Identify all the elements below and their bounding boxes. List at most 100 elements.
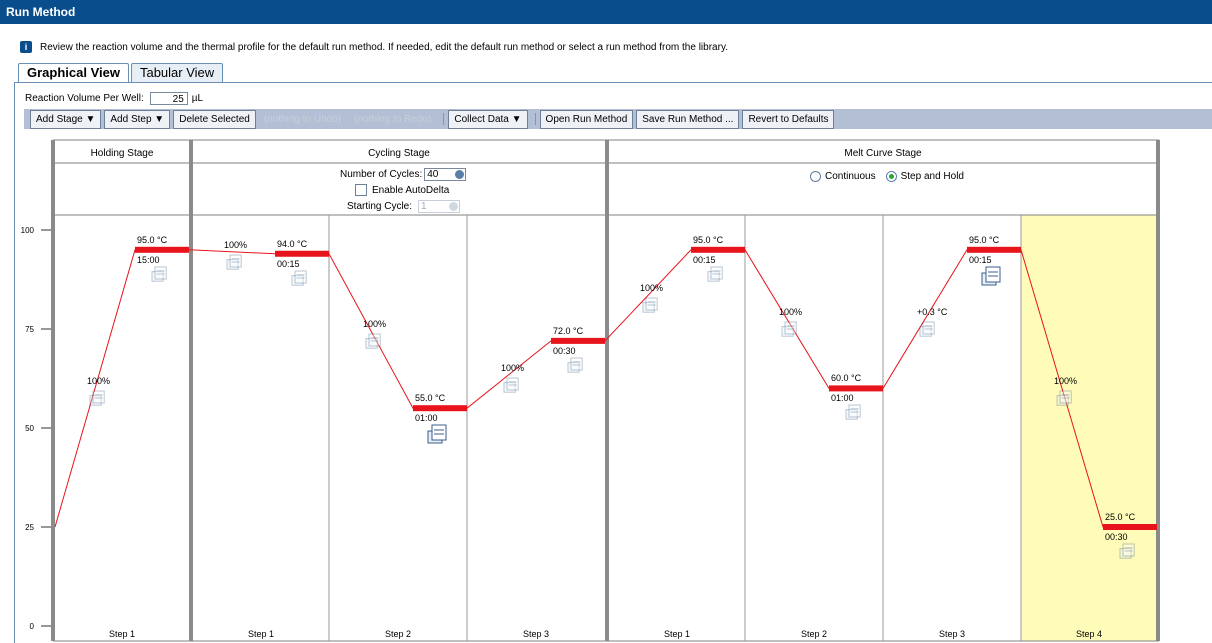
ramp-collect-data-icon[interactable] bbox=[919, 321, 935, 337]
hold-collect-data-icon[interactable] bbox=[981, 266, 1001, 286]
hold-collect-data-icon[interactable] bbox=[291, 270, 307, 286]
delete-selected-button[interactable]: Delete Selected bbox=[173, 109, 256, 129]
step-label: Step 2 bbox=[800, 629, 828, 639]
selected-step-highlight bbox=[1020, 214, 1158, 642]
hold-bar bbox=[1103, 524, 1157, 530]
info-icon: i bbox=[20, 41, 32, 53]
ramp-rate-label: 100% bbox=[224, 239, 248, 250]
step-hold-time-label: 00:30 bbox=[1105, 532, 1128, 542]
ramp-rate-label: 100% bbox=[779, 307, 803, 318]
starting-cycle-value: 1 bbox=[421, 201, 427, 212]
step-temperature-label: 60.0 °C bbox=[831, 373, 862, 384]
stage-header-cycling[interactable]: Cycling Stage bbox=[193, 144, 605, 164]
step-label: Step 4 bbox=[1075, 629, 1103, 639]
ramp-collect-data-icon[interactable] bbox=[781, 321, 797, 337]
step-hold-time-label: 01:00 bbox=[415, 413, 438, 424]
add-stage-button[interactable]: Add Stage ▼ bbox=[30, 109, 102, 129]
thermal-profile-chart: 0 25 50 75 100 Holding Stage Cycling Stage M… bbox=[0, 130, 1212, 643]
tab-tabular-view[interactable]: Tabular View bbox=[130, 63, 224, 82]
collect-data-button[interactable]: Collect Data ▼ bbox=[448, 109, 528, 129]
window-title: Run Method bbox=[0, 0, 1212, 24]
revert-to-defaults-button[interactable]: Revert to Defaults bbox=[742, 109, 835, 129]
step-hold-time-label: 00:15 bbox=[693, 254, 716, 265]
hold-bar bbox=[551, 337, 605, 344]
step-hold-time-label: 01:00 bbox=[831, 393, 854, 404]
cycles-spinner[interactable]: 40 bbox=[424, 168, 467, 181]
hold-bar bbox=[691, 246, 745, 253]
ramp-rate-label: 100% bbox=[501, 362, 525, 373]
ramp-collect-data-icon[interactable] bbox=[1056, 390, 1072, 407]
autodelta-label: Enable AutoDelta bbox=[372, 184, 450, 196]
step-hold-time-label: 00:30 bbox=[553, 345, 576, 356]
ramp-rate-label: +0.3 °C bbox=[917, 307, 948, 318]
ramp-collect-data-icon[interactable] bbox=[365, 333, 381, 349]
step-temperature-label: 72.0 °C bbox=[553, 325, 584, 336]
stage-header-holding[interactable]: Holding Stage bbox=[55, 144, 189, 164]
starting-cycle-spinner[interactable]: 1 bbox=[418, 200, 461, 213]
undo-button[interactable]: (nothing to Undo) bbox=[259, 111, 346, 128]
ramp-collect-data-icon[interactable] bbox=[226, 254, 242, 270]
y-axis-tick-label: 100 bbox=[21, 226, 35, 235]
ramp-rate-label: 100% bbox=[87, 376, 111, 387]
hold-collect-data-icon[interactable] bbox=[707, 266, 723, 282]
melt-mode-row: Continuous Step and Hold bbox=[810, 171, 964, 182]
starting-cycle-label: Starting Cycle: bbox=[347, 201, 413, 212]
y-axis-tick-label: 50 bbox=[25, 424, 34, 433]
reaction-volume-input[interactable]: 25 bbox=[149, 92, 188, 105]
step-hold-time-label: 00:15 bbox=[277, 258, 300, 269]
ramp-collect-data-icon[interactable] bbox=[503, 377, 519, 393]
ramp-collect-data-icon[interactable] bbox=[642, 297, 658, 314]
toolbar: Add Stage ▼ Add Step ▼ Delete Selected (… bbox=[24, 109, 1212, 129]
hold-collect-data-icon[interactable] bbox=[845, 404, 861, 421]
step-label: Step 1 bbox=[247, 629, 275, 639]
ramp-rate-label: 100% bbox=[1054, 376, 1078, 387]
spinner-arrows-icon[interactable] bbox=[449, 202, 459, 211]
y-axis-tick-label: 0 bbox=[30, 622, 35, 631]
step-temperature-label: 95.0 °C bbox=[137, 234, 168, 245]
starting-cycle-row: Starting Cycle: 1 bbox=[347, 200, 461, 213]
y-axis-tick-label: 25 bbox=[25, 523, 34, 532]
step-label: Step 2 bbox=[384, 629, 412, 639]
redo-button[interactable]: (nothing to Redo) bbox=[349, 111, 436, 128]
stage-separator bbox=[605, 140, 609, 641]
spinner-arrows-icon[interactable] bbox=[455, 170, 465, 179]
autodelta-row: Enable AutoDelta bbox=[355, 184, 449, 196]
hold-bar bbox=[135, 246, 189, 253]
step-temperature-label: 55.0 °C bbox=[415, 393, 446, 404]
reaction-volume-label: Reaction Volume Per Well: bbox=[25, 93, 144, 104]
ramp-rate-label: 100% bbox=[640, 283, 664, 294]
step-label: Step 1 bbox=[108, 629, 136, 639]
step-temperature-label: 95.0 °C bbox=[693, 234, 724, 245]
thermal-profile-svg: 0 25 50 75 100 bbox=[21, 139, 1160, 642]
hold-bar bbox=[275, 250, 329, 257]
step-and-hold-radio[interactable] bbox=[885, 171, 897, 182]
save-run-method-button[interactable]: Save Run Method ... bbox=[636, 109, 740, 129]
step-hold-time-label: 00:15 bbox=[969, 254, 992, 265]
open-run-method-button[interactable]: Open Run Method bbox=[539, 109, 634, 129]
autodelta-checkbox[interactable] bbox=[355, 184, 367, 196]
hold-bar bbox=[413, 405, 467, 412]
info-text: Review the reaction volume and the therm… bbox=[40, 41, 728, 53]
step-temperature-label: 25.0 °C bbox=[1105, 512, 1136, 522]
hold-bar bbox=[829, 385, 883, 392]
reaction-volume-row: Reaction Volume Per Well: 25 µL bbox=[25, 92, 203, 105]
add-step-button[interactable]: Add Step ▼ bbox=[104, 109, 171, 129]
continuous-radio[interactable] bbox=[810, 171, 821, 182]
hold-collect-data-icon[interactable] bbox=[567, 357, 583, 373]
step-label: Step 1 bbox=[663, 629, 691, 639]
cycles-label: Number of Cycles: bbox=[340, 169, 423, 180]
hold-collect-data-icon[interactable] bbox=[1119, 543, 1135, 559]
reaction-volume-unit: µL bbox=[191, 93, 204, 104]
hold-collect-data-icon[interactable] bbox=[151, 266, 167, 282]
tab-divider bbox=[14, 82, 1212, 83]
cycles-value: 40 bbox=[427, 169, 439, 180]
ramp-collect-data-icon[interactable] bbox=[89, 390, 105, 407]
toolbar-separator bbox=[534, 113, 536, 125]
tab-graphical-view[interactable]: Graphical View bbox=[18, 63, 129, 83]
step-and-hold-label: Step and Hold bbox=[900, 171, 964, 182]
hold-collect-data-icon[interactable] bbox=[427, 424, 447, 444]
view-tabs: Graphical View Tabular View bbox=[18, 63, 225, 83]
stage-separator bbox=[1156, 140, 1160, 641]
stage-header-melt[interactable]: Melt Curve Stage bbox=[609, 144, 1157, 164]
step-label: Step 3 bbox=[938, 629, 966, 639]
